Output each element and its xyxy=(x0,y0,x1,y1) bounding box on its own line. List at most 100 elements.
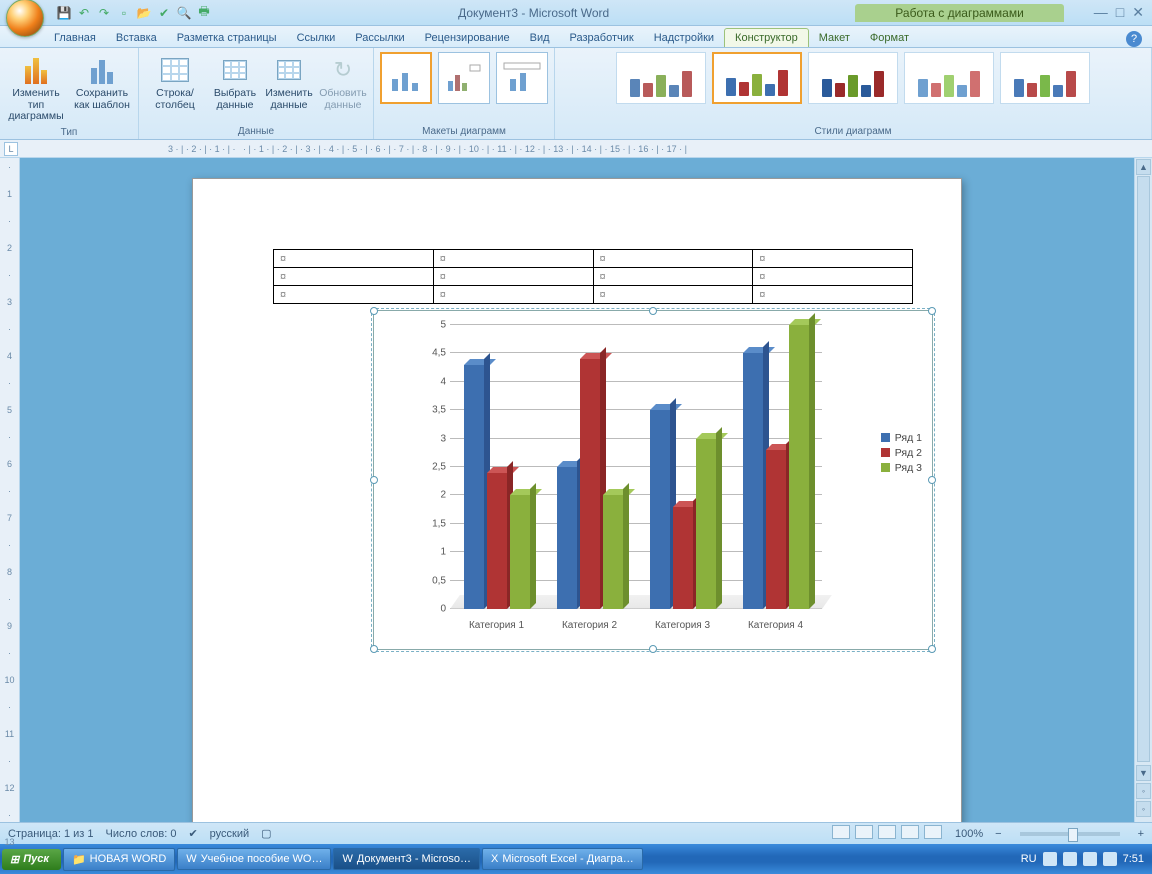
taskbar-word-2[interactable]: W Документ3 - Microso… xyxy=(333,848,480,870)
undo-icon[interactable]: ↶ xyxy=(76,5,92,21)
tab-chart-layout[interactable]: Макет xyxy=(809,29,860,47)
tab-review[interactable]: Рецензирование xyxy=(415,29,520,47)
word-icon: W xyxy=(342,853,352,865)
ribbon-tabs: Главная Вставка Разметка страницы Ссылки… xyxy=(0,26,1152,48)
chart-bars xyxy=(450,325,822,609)
resize-handle[interactable] xyxy=(649,645,657,653)
tab-developer[interactable]: Разработчик xyxy=(560,29,644,47)
switch-row-column-button[interactable]: Строка/столбец xyxy=(145,52,205,113)
tab-home[interactable]: Главная xyxy=(44,29,106,47)
tab-chart-format[interactable]: Формат xyxy=(860,29,919,47)
status-bar: Страница: 1 из 1 Число слов: 0 ✔ русский… xyxy=(0,822,1152,844)
tab-chart-design[interactable]: Конструктор xyxy=(724,28,809,47)
chart-object[interactable]: 00,511,522,533,544,55 Категория 1Категор… xyxy=(373,310,933,650)
print-layout-view[interactable] xyxy=(832,825,850,839)
open-icon[interactable]: 📂 xyxy=(136,5,152,21)
resize-handle[interactable] xyxy=(928,645,936,653)
chart-style-4[interactable] xyxy=(904,52,994,104)
change-chart-type-button[interactable]: Изменить тип диаграммы xyxy=(6,52,66,125)
minimize-icon[interactable]: — xyxy=(1094,4,1108,21)
chart-style-5[interactable] xyxy=(1000,52,1090,104)
taskbar-word-1[interactable]: W Учебное пособие WO… xyxy=(177,848,331,870)
chart-style-2[interactable] xyxy=(712,52,802,104)
taskbar-folder[interactable]: 📁 НОВАЯ WORD xyxy=(63,848,175,871)
chart-plot-area[interactable]: 00,511,522,533,544,55 Категория 1Категор… xyxy=(422,325,822,609)
status-word-count[interactable]: Число слов: 0 xyxy=(106,828,177,840)
scroll-up-icon[interactable]: ▲ xyxy=(1136,159,1151,175)
print-preview-icon[interactable]: 🔍 xyxy=(176,5,192,21)
resize-handle[interactable] xyxy=(370,645,378,653)
doc-table[interactable]: ¤¤¤¤ ¤¤¤¤ ¤¤¤¤ xyxy=(273,249,913,304)
zoom-level[interactable]: 100% xyxy=(955,828,983,840)
full-screen-view[interactable] xyxy=(855,825,873,839)
select-data-button[interactable]: Выбрать данные xyxy=(211,52,259,113)
close-icon[interactable]: ✕ xyxy=(1132,4,1144,21)
resize-handle[interactable] xyxy=(928,307,936,315)
page: ¤¤¤¤ ¤¤¤¤ ¤¤¤¤ 00,511,522,533,544,55 xyxy=(192,178,962,822)
help-icon[interactable]: ? xyxy=(1126,31,1142,47)
outline-view[interactable] xyxy=(901,825,919,839)
taskbar-excel[interactable]: X Microsoft Excel - Диагра… xyxy=(482,848,643,870)
quick-print-icon[interactable]: 🖶 xyxy=(196,5,212,21)
quick-access-toolbar: 💾 ↶ ↷ ▫ 📂 ✔ 🔍 🖶 xyxy=(56,5,212,21)
tab-selector[interactable]: L xyxy=(4,142,18,156)
y-axis: 00,511,522,533,544,55 xyxy=(422,325,450,609)
save-icon[interactable]: 💾 xyxy=(56,5,72,21)
tab-insert[interactable]: Вставка xyxy=(106,29,167,47)
tab-references[interactable]: Ссылки xyxy=(287,29,346,47)
group-chart-styles: Стили диаграмм xyxy=(555,48,1152,139)
x-axis-labels: Категория 1Категория 2Категория 3Категор… xyxy=(450,620,822,631)
tab-mailings[interactable]: Рассылки xyxy=(345,29,414,47)
restore-icon[interactable]: □ xyxy=(1116,4,1124,21)
tab-page-layout[interactable]: Разметка страницы xyxy=(167,29,287,47)
chart-style-3[interactable] xyxy=(808,52,898,104)
group-chart-layouts: Макеты диаграмм xyxy=(374,48,555,139)
chart-style-1[interactable] xyxy=(616,52,706,104)
edit-data-button[interactable]: Изменить данные xyxy=(265,52,313,113)
table-cell[interactable]: ¤ xyxy=(274,250,434,268)
clock[interactable]: 7:51 xyxy=(1123,853,1144,865)
resize-handle[interactable] xyxy=(370,476,378,484)
language-indicator[interactable]: RU xyxy=(1021,853,1037,865)
resize-handle[interactable] xyxy=(928,476,936,484)
vertical-scrollbar[interactable]: ▲ ▼ ◦ ◦ xyxy=(1134,158,1152,822)
zoom-slider[interactable] xyxy=(1020,832,1120,836)
excel-icon: X xyxy=(491,853,498,865)
chart-legend[interactable]: Ряд 1Ряд 2Ряд 3 xyxy=(881,429,922,477)
new-icon[interactable]: ▫ xyxy=(116,5,132,21)
macro-record-icon[interactable]: ▢ xyxy=(261,827,271,840)
spelling-icon[interactable]: ✔ xyxy=(156,5,172,21)
resize-handle[interactable] xyxy=(370,307,378,315)
proofing-icon[interactable]: ✔ xyxy=(188,827,197,840)
title-bar: 💾 ↶ ↷ ▫ 📂 ✔ 🔍 🖶 Документ3 - Microsoft Wo… xyxy=(0,0,1152,26)
next-page-icon[interactable]: ◦ xyxy=(1136,801,1151,817)
prev-page-icon[interactable]: ◦ xyxy=(1136,783,1151,799)
status-language[interactable]: русский xyxy=(210,828,249,840)
scroll-track[interactable] xyxy=(1137,176,1150,762)
zoom-in-icon[interactable]: + xyxy=(1138,828,1144,840)
tab-addins[interactable]: Надстройки xyxy=(644,29,724,47)
document-area[interactable]: ¤¤¤¤ ¤¤¤¤ ¤¤¤¤ 00,511,522,533,544,55 xyxy=(20,158,1134,822)
window-title: Документ3 - Microsoft Word xyxy=(212,6,855,20)
group-type: Изменить тип диаграммы Сохранить как шаб… xyxy=(0,48,139,139)
resize-handle[interactable] xyxy=(649,307,657,315)
tab-view[interactable]: Вид xyxy=(520,29,560,47)
redo-icon[interactable]: ↷ xyxy=(96,5,112,21)
scroll-down-icon[interactable]: ▼ xyxy=(1136,765,1151,781)
group-data: Строка/столбец Выбрать данные Изменить д… xyxy=(139,48,374,139)
taskbar: ⊞ Пуск 📁 НОВАЯ WORD W Учебное пособие WO… xyxy=(0,844,1152,874)
ribbon: Изменить тип диаграммы Сохранить как шаб… xyxy=(0,48,1152,140)
draft-view[interactable] xyxy=(924,825,942,839)
zoom-out-icon[interactable]: − xyxy=(995,828,1001,840)
chart-layout-1[interactable] xyxy=(380,52,432,104)
save-as-template-button[interactable]: Сохранить как шаблон xyxy=(72,52,132,113)
web-layout-view[interactable] xyxy=(878,825,896,839)
start-button[interactable]: ⊞ Пуск xyxy=(2,849,61,870)
chart-layout-3[interactable] xyxy=(496,52,548,104)
window-controls: — □ ✕ xyxy=(1094,4,1144,21)
status-page[interactable]: Страница: 1 из 1 xyxy=(8,828,94,840)
view-buttons xyxy=(831,825,943,842)
office-button[interactable] xyxy=(6,0,44,37)
chart-layout-2[interactable] xyxy=(438,52,490,104)
chart-tools-header: Работа с диаграммами xyxy=(855,4,1064,22)
